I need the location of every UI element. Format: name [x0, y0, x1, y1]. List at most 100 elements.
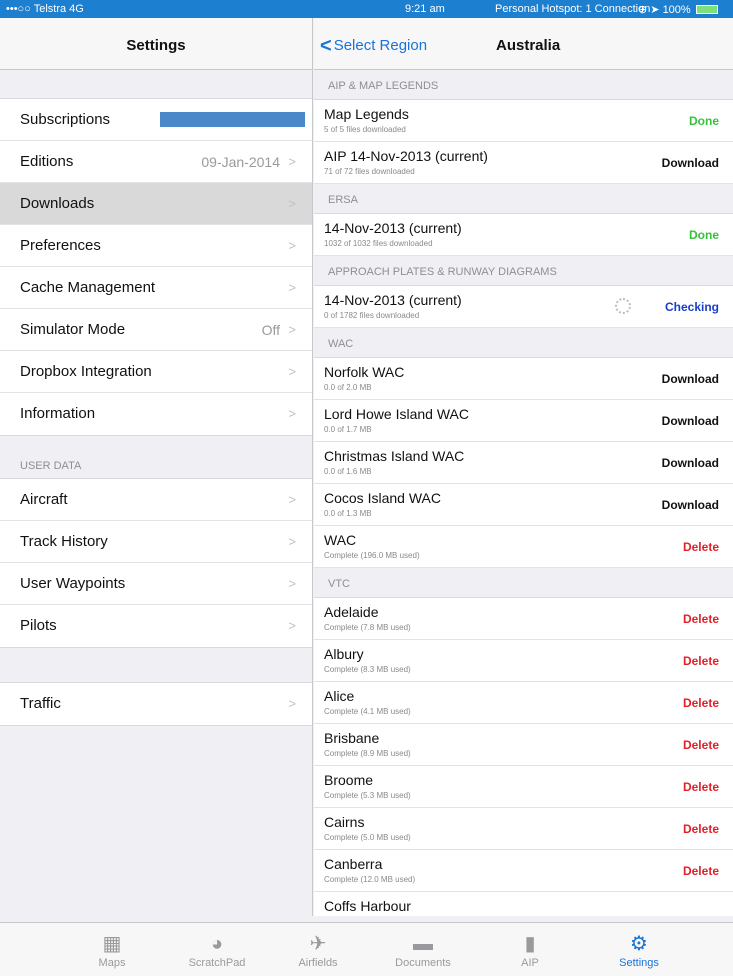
delete-button[interactable]: Delete — [683, 864, 719, 878]
sidebar-item-downloads[interactable]: Downloads > — [0, 183, 312, 225]
download-row[interactable]: Lord Howe Island WAC 0.0 of 1.7 MB Downloa… — [314, 400, 733, 442]
tab-label: Documents — [395, 957, 451, 969]
download-button[interactable]: Download — [662, 156, 719, 170]
tab-scratchpad[interactable]: ◕ ScratchPad — [172, 931, 262, 969]
chevron-right-icon: > — [288, 576, 296, 591]
book-icon: ▮ — [524, 933, 536, 955]
tab-maps[interactable]: ▦ Maps — [67, 931, 157, 969]
settings-group-user-data: Aircraft > Track History > User Waypoint… — [0, 478, 312, 648]
download-name: 14-Nov-2013 (current) — [324, 220, 462, 236]
download-name: Coffs Harbour — [324, 898, 411, 914]
tab-label: ScratchPad — [188, 957, 246, 969]
download-button[interactable]: Download — [662, 414, 719, 428]
download-status: Complete (8.3 MB used) — [324, 665, 411, 674]
download-row[interactable]: Canberra Complete (12.0 MB used) Delete — [314, 850, 733, 892]
download-row[interactable]: Map Legends 5 of 5 files downloaded Done — [314, 100, 733, 142]
back-button[interactable]: < Select Region — [320, 35, 427, 58]
settings-sidebar: Settings Subscriptions Editions 09-Jan-2… — [0, 18, 313, 916]
airplane-icon: ✈ — [309, 933, 327, 955]
download-list: AIP & MAP LEGENDS Map Legends 5 of 5 files… — [314, 70, 733, 916]
sidebar-item-label: Aircraft — [20, 491, 68, 508]
download-row[interactable]: AIP 14-Nov-2013 (current) 71 of 72 files … — [314, 142, 733, 184]
sidebar-item-label: Preferences — [20, 237, 101, 254]
simulator-mode-value: Off — [261, 322, 280, 338]
done-button[interactable]: Done — [689, 114, 719, 128]
gear-icon: ⚙ — [630, 933, 648, 955]
delete-button[interactable]: Delete — [683, 540, 719, 554]
delete-button[interactable]: Delete — [683, 696, 719, 710]
download-button[interactable]: Download — [662, 372, 719, 386]
download-status: Complete (7.8 MB used) — [324, 623, 411, 632]
download-row[interactable]: 14-Nov-2013 (current) 1032 of 1032 files … — [314, 214, 733, 256]
delete-button[interactable]: Delete — [683, 822, 719, 836]
chevron-right-icon: > — [288, 618, 296, 633]
page-title: Australia — [496, 37, 561, 54]
tab-aip[interactable]: ▮ AIP — [485, 931, 575, 969]
checking-button[interactable]: Checking — [665, 300, 719, 314]
back-label: Select Region — [333, 37, 428, 54]
tab-label: Maps — [98, 957, 126, 969]
download-row[interactable]: 14-Nov-2013 (current) 0 of 1782 files dow… — [314, 286, 733, 328]
clock-label: 9:21 am — [405, 3, 445, 15]
settings-group-traffic: Traffic > — [0, 682, 312, 726]
sidebar-item-track-history[interactable]: Track History > — [0, 521, 312, 563]
sidebar-item-traffic[interactable]: Traffic > — [0, 683, 312, 725]
hotspot-label: Personal Hotspot: 1 Connection — [495, 3, 651, 15]
delete-button[interactable]: Delete — [683, 612, 719, 626]
sidebar-item-label: Traffic — [20, 695, 61, 712]
chevron-right-icon: > — [288, 322, 296, 337]
sidebar-item-user-waypoints[interactable]: User Waypoints > — [0, 563, 312, 605]
tab-documents[interactable]: ▬ Documents — [378, 931, 468, 969]
tab-airfields[interactable]: ✈ Airfields — [273, 931, 363, 969]
sidebar-item-information[interactable]: Information > — [0, 393, 312, 435]
palette-icon: ◕ — [210, 933, 224, 955]
sidebar-item-simulator-mode[interactable]: Simulator Mode Off > — [0, 309, 312, 351]
download-row[interactable]: Cocos Island WAC 0.0 of 1.3 MB Download — [314, 484, 733, 526]
download-row[interactable]: Coffs Harbour — [314, 892, 733, 916]
download-status: Complete (5.3 MB used) — [324, 791, 411, 800]
download-row[interactable]: Broome Complete (5.3 MB used) Delete — [314, 766, 733, 808]
download-status: 0.0 of 1.3 MB — [324, 509, 372, 518]
sidebar-item-preferences[interactable]: Preferences > — [0, 225, 312, 267]
tab-label: AIP — [521, 957, 539, 969]
sidebar-item-pilots[interactable]: Pilots > — [0, 605, 312, 647]
sidebar-item-cache-management[interactable]: Cache Management > — [0, 267, 312, 309]
sidebar-item-dropbox-integration[interactable]: Dropbox Integration > — [0, 351, 312, 393]
section-header: VTC — [314, 568, 733, 598]
chevron-right-icon: > — [288, 238, 296, 253]
download-status: Complete (196.0 MB used) — [324, 551, 420, 560]
tab-label: Airfields — [298, 957, 338, 969]
download-row[interactable]: Brisbane Complete (8.9 MB used) Delete — [314, 724, 733, 766]
sidebar-item-label: Information — [20, 405, 96, 422]
delete-button[interactable]: Delete — [683, 738, 719, 752]
sidebar-item-label: Editions — [20, 153, 74, 170]
download-name: Cocos Island WAC — [324, 490, 441, 506]
download-name: Map Legends — [324, 106, 409, 122]
chevron-right-icon: > — [288, 492, 296, 507]
user-data-heading: USER DATA — [20, 460, 82, 472]
download-row[interactable]: Cairns Complete (5.0 MB used) Delete — [314, 808, 733, 850]
sidebar-item-label: Track History — [20, 533, 108, 550]
chevron-right-icon: > — [288, 406, 296, 421]
chevron-right-icon: > — [288, 534, 296, 549]
download-button[interactable]: Download — [662, 456, 719, 470]
delete-button[interactable]: Delete — [683, 780, 719, 794]
sidebar-item-label: Dropbox Integration — [20, 363, 152, 380]
download-button[interactable]: Download — [662, 498, 719, 512]
sidebar-item-aircraft[interactable]: Aircraft > — [0, 479, 312, 521]
sidebar-item-editions[interactable]: Editions 09-Jan-2014 > — [0, 141, 312, 183]
section-header: AIP & MAP LEGENDS — [314, 70, 733, 100]
download-row[interactable]: Adelaide Complete (7.8 MB used) Delete — [314, 598, 733, 640]
download-row[interactable]: Norfolk WAC 0.0 of 2.0 MB Download — [314, 358, 733, 400]
sidebar-item-subscriptions[interactable]: Subscriptions — [0, 99, 312, 141]
done-button[interactable]: Done — [689, 228, 719, 242]
tab-settings[interactable]: ⚙ Settings — [594, 931, 684, 969]
download-row[interactable]: Christmas Island WAC 0.0 of 1.6 MB Downloa… — [314, 442, 733, 484]
chevron-right-icon: > — [288, 154, 296, 169]
download-row[interactable]: Albury Complete (8.3 MB used) Delete — [314, 640, 733, 682]
download-row[interactable]: Alice Complete (4.1 MB used) Delete — [314, 682, 733, 724]
download-row[interactable]: WAC Complete (196.0 MB used) Delete — [314, 526, 733, 568]
delete-button[interactable]: Delete — [683, 654, 719, 668]
map-icon: ▦ — [102, 933, 122, 955]
